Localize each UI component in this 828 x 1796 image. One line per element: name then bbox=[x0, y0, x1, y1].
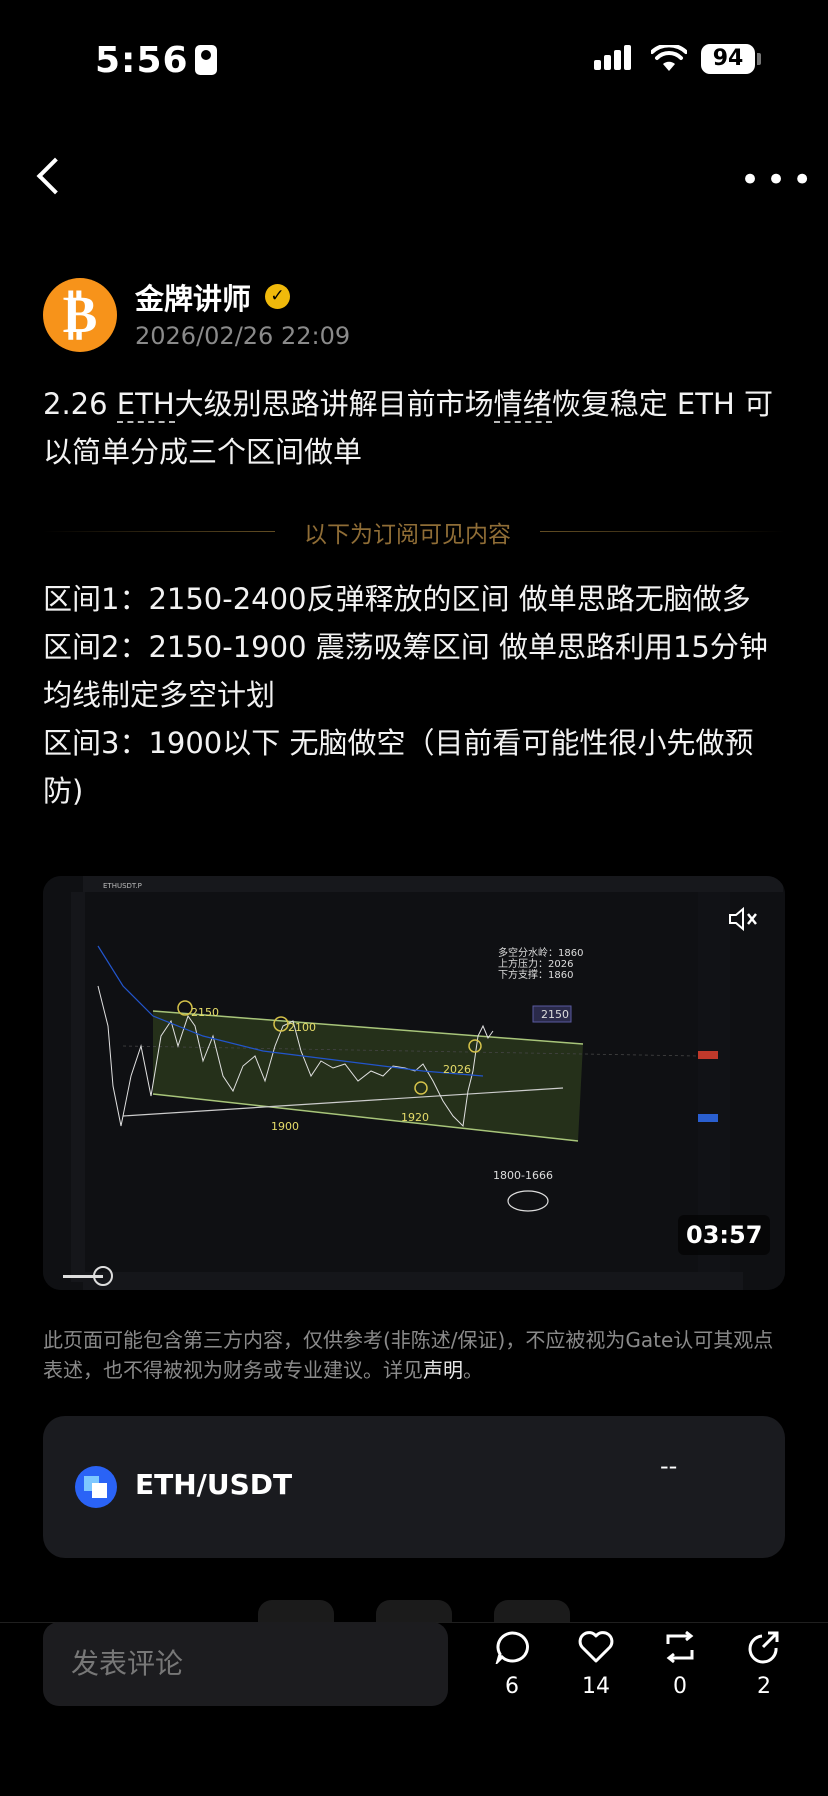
author-name[interactable]: 金牌讲师 bbox=[135, 276, 251, 318]
share-count: 2 bbox=[757, 1674, 771, 1699]
avatar[interactable]: ₿ bbox=[43, 278, 117, 352]
post-body: 区间1：2150-2400反弹释放的区间 做单思路无脑做多 区间2：2150-1… bbox=[43, 575, 793, 815]
divider-line-right bbox=[540, 531, 785, 532]
zone-1-text: 区间1：2150-2400反弹释放的区间 做单思路无脑做多 bbox=[43, 582, 751, 616]
eth-tag-link[interactable]: ETH bbox=[116, 387, 175, 423]
chart-label-2150-box: 2150 bbox=[541, 1008, 569, 1021]
cellular-signal-icon bbox=[594, 45, 634, 70]
ticker-pair[interactable]: ETH/USDT bbox=[135, 1468, 292, 1501]
verified-badge-icon: ✓ bbox=[265, 284, 290, 309]
comment-input[interactable]: 发表评论 bbox=[43, 1622, 448, 1706]
chart-note-line-2: 上方压力：2026 bbox=[498, 957, 573, 970]
emotion-term-link[interactable]: 情绪 bbox=[493, 387, 552, 423]
back-icon[interactable] bbox=[36, 157, 74, 195]
comment-button[interactable]: 6 bbox=[482, 1630, 542, 1699]
tab-ghost-3 bbox=[494, 1600, 570, 1622]
comment-icon bbox=[494, 1631, 529, 1667]
repost-button[interactable]: 0 bbox=[650, 1630, 710, 1699]
battery-tip bbox=[757, 53, 761, 65]
chart-label-2150: 2150 bbox=[191, 1006, 219, 1019]
more-options-icon[interactable]: ••• bbox=[740, 163, 818, 197]
tab-ghost-2 bbox=[376, 1600, 452, 1622]
chart-note-line-1: 多空分水岭：1860 bbox=[498, 946, 583, 959]
statement-link[interactable]: 声明 bbox=[423, 1358, 463, 1382]
status-time: 5:56 bbox=[95, 40, 217, 81]
video-player[interactable]: ETHUSDT.P 2150 2100 1900 1920 2026 2150 … bbox=[43, 876, 785, 1290]
share-icon bbox=[748, 1631, 779, 1664]
share-button[interactable]: 2 bbox=[734, 1630, 794, 1699]
like-button[interactable]: 14 bbox=[566, 1630, 626, 1699]
comment-count: 6 bbox=[505, 1674, 519, 1699]
repost-icon bbox=[666, 1630, 694, 1664]
chart-note-line-3: 下方支撑：1860 bbox=[498, 968, 573, 981]
zone-3-text: 区间3：1900以下 无脑做空（目前看可能性很小先做预防) bbox=[43, 726, 754, 808]
like-count: 14 bbox=[582, 1674, 610, 1699]
chart-label-1920: 1920 bbox=[401, 1111, 429, 1124]
chart-label-1900: 1900 bbox=[271, 1120, 299, 1133]
chart-video-frame: ETHUSDT.P 2150 2100 1900 1920 2026 2150 … bbox=[43, 876, 785, 1290]
disclaimer: 此页面可能包含第三方内容，仅供参考(非陈述/保证)，不应被视为Gate认可其观点… bbox=[43, 1328, 774, 1382]
video-duration: 03:57 bbox=[678, 1215, 771, 1255]
ticker-price: -- bbox=[660, 1452, 678, 1480]
divider-line-left bbox=[43, 531, 275, 532]
tab-ghost-1 bbox=[258, 1600, 334, 1622]
chart-label-2100: 2100 bbox=[288, 1021, 316, 1034]
chart-symbol: ETHUSDT.P bbox=[103, 882, 142, 890]
contact-icon bbox=[194, 45, 217, 75]
wifi-icon bbox=[651, 45, 687, 71]
post-title: 2.26 ETH大级别思路讲解目前市场情绪恢复稳定 ETH 可以简单分成三个区间… bbox=[43, 387, 773, 469]
post-timestamp: 2026/02/26 22:09 bbox=[135, 322, 351, 350]
mute-icon[interactable] bbox=[728, 906, 760, 932]
chart-label-2026: 2026 bbox=[443, 1063, 471, 1076]
eth-usdt-icon bbox=[75, 1466, 117, 1508]
battery-indicator: 94 bbox=[701, 44, 755, 74]
chart-label-1800-1666: 1800-1666 bbox=[493, 1169, 553, 1182]
subscriber-divider: 以下为订阅可见内容 bbox=[304, 522, 511, 548]
heart-icon bbox=[578, 1631, 614, 1663]
zone-2-text: 区间2：2150-1900 震荡吸筹区间 做单思路利用15分钟均线制定多空计划 bbox=[43, 630, 768, 712]
repost-count: 0 bbox=[673, 1674, 687, 1699]
